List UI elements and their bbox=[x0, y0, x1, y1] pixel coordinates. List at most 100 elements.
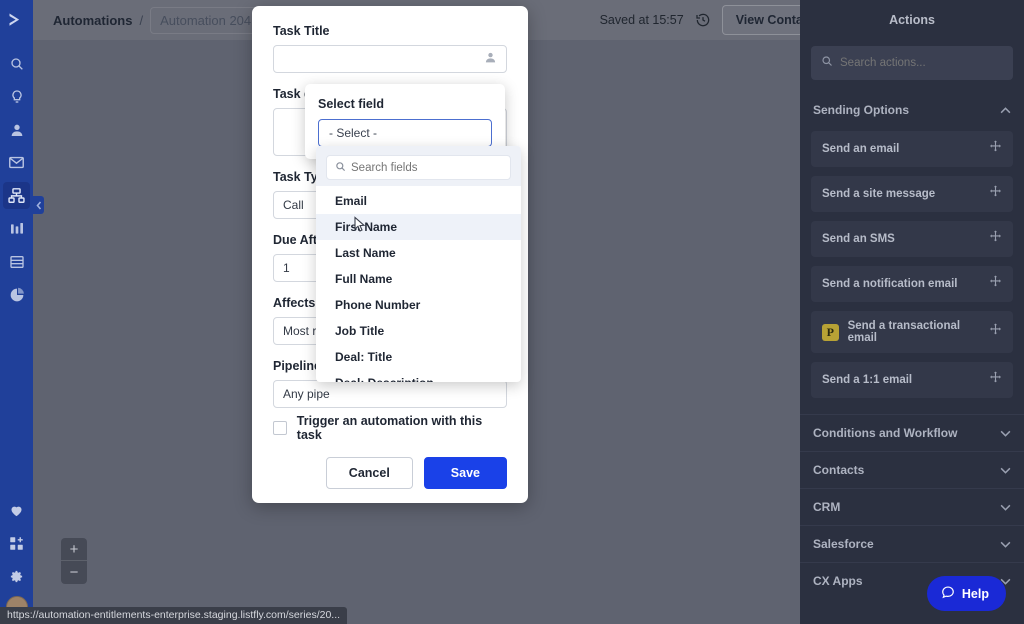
sidebar-item-automations[interactable] bbox=[3, 182, 30, 209]
heart-icon bbox=[9, 503, 24, 518]
pages-icon bbox=[9, 254, 25, 270]
sidebar-item-apps[interactable] bbox=[3, 530, 30, 557]
zoom-controls: + − bbox=[61, 538, 87, 584]
status-bar-url: https://automation-entitlements-enterpri… bbox=[0, 607, 348, 624]
search-icon bbox=[9, 56, 25, 72]
save-button[interactable]: Save bbox=[423, 457, 507, 489]
person-icon[interactable] bbox=[484, 51, 497, 67]
sidebar-item-pages[interactable] bbox=[3, 248, 30, 275]
modal-action-buttons: Cancel Save bbox=[325, 457, 507, 489]
action-item-send-an-email[interactable]: Send an email bbox=[811, 131, 1013, 167]
action-item-send-a-1-1-email[interactable]: Send a 1:1 email bbox=[811, 362, 1013, 398]
sidebar-item-contacts[interactable] bbox=[3, 116, 30, 143]
action-label: Send a 1:1 email bbox=[822, 374, 913, 386]
field-option-first-name[interactable]: First Name bbox=[316, 214, 521, 240]
cancel-button[interactable]: Cancel bbox=[325, 457, 413, 489]
action-label: Send an SMS bbox=[822, 233, 895, 245]
chevron-up-icon bbox=[1000, 103, 1011, 117]
field-option-deal-title[interactable]: Deal: Title bbox=[316, 344, 521, 370]
action-label: Send a transactional email bbox=[847, 320, 961, 344]
actions-panel: Actions Sending Options Send an email bbox=[800, 0, 1024, 624]
sidebar-item-settings[interactable] bbox=[3, 563, 30, 590]
chat-bubble-icon bbox=[941, 585, 955, 602]
deals-icon bbox=[9, 221, 25, 237]
select-field-value: - Select - bbox=[329, 126, 378, 140]
app-root: Automations / Automation 204 Saved at 15… bbox=[0, 0, 1024, 624]
actions-group-conditions-and-workflow[interactable]: Conditions and Workflow bbox=[800, 414, 1024, 451]
search-icon bbox=[335, 159, 346, 177]
chevron-down-icon bbox=[1000, 537, 1011, 551]
chevron-logo-icon[interactable] bbox=[6, 10, 27, 36]
field-option-deal-description[interactable]: Deal: Description bbox=[316, 370, 521, 382]
drag-handle-icon[interactable] bbox=[989, 140, 1002, 158]
envelope-icon bbox=[8, 154, 25, 171]
action-label: Send a site message bbox=[822, 188, 936, 200]
search-icon bbox=[821, 54, 833, 72]
task-title-label: Task Title bbox=[273, 24, 330, 38]
zoom-out-button[interactable]: − bbox=[61, 561, 87, 584]
task-type-value: Call bbox=[283, 198, 304, 212]
actions-group-salesforce[interactable]: Salesforce bbox=[800, 525, 1024, 562]
field-option-job-title[interactable]: Job Title bbox=[316, 318, 521, 344]
clock-history-icon[interactable] bbox=[695, 12, 711, 28]
action-item-send-a-notification-email[interactable]: Send a notification email bbox=[811, 266, 1013, 302]
drag-handle-icon[interactable] bbox=[989, 230, 1002, 248]
chevron-down-icon bbox=[1000, 500, 1011, 514]
chevron-down-icon bbox=[1000, 463, 1011, 477]
select-field-title: Select field bbox=[318, 97, 384, 111]
sidebar-item-reports[interactable] bbox=[3, 281, 30, 308]
action-item-send-a-site-message[interactable]: Send a site message bbox=[811, 176, 1013, 212]
actions-search-wrap bbox=[800, 40, 1024, 92]
contacts-icon bbox=[9, 122, 25, 138]
action-item-send-an-sms[interactable]: Send an SMS bbox=[811, 221, 1013, 257]
help-button[interactable]: Help bbox=[926, 576, 1006, 611]
actions-group-label: CRM bbox=[813, 500, 841, 514]
search-fields-input[interactable] bbox=[351, 161, 502, 174]
trigger-automation-label: Trigger an automation with this task bbox=[296, 414, 483, 442]
field-option-phone-number[interactable]: Phone Number bbox=[316, 292, 521, 318]
actions-group-contacts[interactable]: Contacts bbox=[800, 451, 1024, 488]
field-dropdown: Email First Name Last Name Full Name Pho… bbox=[316, 146, 521, 382]
search-fields-field[interactable] bbox=[326, 155, 511, 180]
gear-icon bbox=[9, 569, 24, 584]
field-dropdown-search-wrap bbox=[316, 146, 521, 186]
drag-handle-icon[interactable] bbox=[989, 371, 1002, 389]
actions-group-label: Contacts bbox=[813, 463, 865, 477]
breadcrumb-automations-link[interactable]: Automations bbox=[53, 13, 132, 28]
trigger-automation-row[interactable]: Trigger an automation with this task bbox=[273, 414, 507, 442]
search-actions-input[interactable] bbox=[840, 57, 1003, 69]
actions-group-crm[interactable]: CRM bbox=[800, 488, 1024, 525]
select-field-select[interactable]: - Select - bbox=[318, 119, 492, 147]
drag-handle-icon[interactable] bbox=[989, 323, 1002, 341]
rail-collapse-toggle[interactable] bbox=[33, 196, 44, 214]
actions-group-label: Sending Options bbox=[813, 103, 909, 117]
task-title-input[interactable] bbox=[273, 45, 507, 73]
help-button-label: Help bbox=[961, 586, 989, 601]
sending-options-action-list: Send an email Send a site message Send a… bbox=[800, 128, 1024, 414]
field-option-last-name[interactable]: Last Name bbox=[316, 240, 521, 266]
field-option-full-name[interactable]: Full Name bbox=[316, 266, 521, 292]
zoom-in-button[interactable]: + bbox=[61, 538, 87, 561]
sidebar-item-campaigns[interactable] bbox=[3, 149, 30, 176]
drag-handle-icon[interactable] bbox=[989, 185, 1002, 203]
saved-status-text: Saved at 15:57 bbox=[599, 13, 684, 27]
field-option-email[interactable]: Email bbox=[316, 188, 521, 214]
actions-group-sending-options[interactable]: Sending Options bbox=[800, 92, 1024, 128]
sidebar-item-ideas[interactable] bbox=[3, 83, 30, 110]
action-item-send-a-transactional-email[interactable]: P Send a transactional email bbox=[811, 311, 1013, 353]
drag-handle-icon[interactable] bbox=[989, 275, 1002, 293]
breadcrumb-separator: / bbox=[139, 12, 144, 28]
apps-icon bbox=[9, 536, 24, 551]
sidebar-item-deals[interactable] bbox=[3, 215, 30, 242]
sidebar-item-search[interactable] bbox=[3, 50, 30, 77]
trigger-automation-checkbox[interactable] bbox=[273, 421, 287, 435]
lightbulb-icon bbox=[9, 89, 25, 105]
sidebar-item-favorites[interactable] bbox=[3, 497, 30, 524]
pipeline-select[interactable]: Any pipe bbox=[273, 380, 507, 408]
pipeline-value: Any pipe bbox=[283, 387, 330, 401]
automations-icon bbox=[8, 187, 25, 204]
action-label: Send an email bbox=[822, 143, 900, 155]
search-actions-field[interactable] bbox=[811, 46, 1013, 80]
actions-panel-title: Actions bbox=[800, 0, 1024, 40]
field-dropdown-list: Email First Name Last Name Full Name Pho… bbox=[316, 186, 521, 382]
